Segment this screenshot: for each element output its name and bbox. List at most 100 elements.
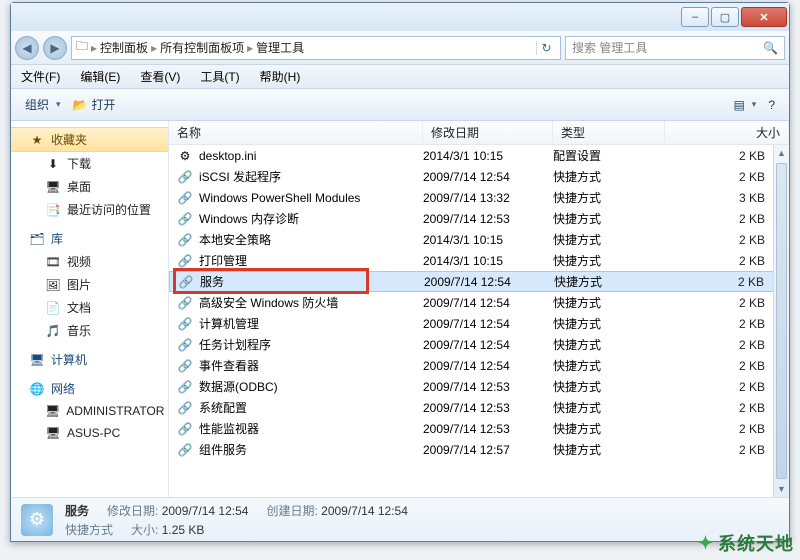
table-row[interactable]: 🔗系统配置2009/7/14 12:53快捷方式2 KB	[169, 397, 789, 418]
minimize-button[interactable]: –	[681, 7, 709, 27]
menubar: 文件(F) 编辑(E) 查看(V) 工具(T) 帮助(H)	[11, 65, 789, 89]
scroll-thumb[interactable]	[776, 163, 787, 479]
table-row[interactable]: 🔗计算机管理2009/7/14 12:54快捷方式2 KB	[169, 313, 789, 334]
table-row[interactable]: 🔗高级安全 Windows 防火墙2009/7/14 12:54快捷方式2 KB	[169, 292, 789, 313]
file-date: 2009/7/14 12:53	[423, 212, 553, 226]
file-type: 快捷方式	[554, 273, 666, 290]
file-date: 2009/7/14 12:54	[423, 359, 553, 373]
table-row[interactable]: 🔗事件查看器2009/7/14 12:54快捷方式2 KB	[169, 355, 789, 376]
toolbar: 组织 📂 打开 ▤ ?	[11, 89, 789, 121]
computer-icon: 🖥	[29, 352, 45, 368]
file-date: 2009/7/14 12:53	[423, 401, 553, 415]
sidebar-item-network[interactable]: 🖥ASUS-PC	[11, 422, 168, 444]
file-date: 2014/3/1 10:15	[423, 233, 553, 247]
file-size: 2 KB	[665, 212, 789, 226]
col-name[interactable]: 名称	[169, 121, 423, 144]
file-icon: ⚙	[177, 148, 193, 164]
navbar: ◀ ▶ 🗀 ▸ 控制面板 ▸ 所有控制面板项 ▸ 管理工具 ↻ 搜索 管理工具 …	[11, 31, 789, 65]
menu-view[interactable]: 查看(V)	[130, 65, 190, 88]
file-size: 2 KB	[665, 233, 789, 247]
sidebar-favorites[interactable]: ★收藏夹	[11, 127, 168, 152]
breadcrumb[interactable]: 管理工具	[256, 39, 304, 56]
maximize-button[interactable]: ▢	[711, 7, 739, 27]
table-row[interactable]: 🔗打印管理2014/3/1 10:15快捷方式2 KB	[169, 250, 789, 271]
back-button[interactable]: ◀	[15, 36, 39, 60]
sidebar-item-library[interactable]: 🎵音乐	[11, 319, 168, 342]
scrollbar[interactable]: ▲ ▼	[773, 145, 789, 497]
folder-icon: 🗀	[76, 37, 88, 58]
refresh-button[interactable]: ↻	[536, 41, 556, 55]
menu-edit[interactable]: 编辑(E)	[70, 65, 130, 88]
col-size[interactable]: 大小	[665, 121, 789, 144]
view-mode-button[interactable]: ▤	[727, 98, 762, 112]
sidebar-item-favorite[interactable]: 🖥桌面	[11, 175, 168, 198]
file-name: 本地安全策略	[199, 231, 271, 248]
file-date: 2014/3/1 10:15	[423, 149, 553, 163]
menu-help[interactable]: 帮助(H)	[250, 65, 311, 88]
file-size: 2 KB	[665, 338, 789, 352]
help-button[interactable]: ?	[762, 98, 781, 112]
address-bar[interactable]: 🗀 ▸ 控制面板 ▸ 所有控制面板项 ▸ 管理工具 ↻	[71, 36, 561, 60]
file-date: 2009/7/14 12:54	[423, 170, 553, 184]
file-icon: 🔗	[177, 232, 193, 248]
item-icon: ⬇	[45, 156, 61, 172]
sidebar-network[interactable]: 🌐网络	[11, 377, 168, 400]
table-row[interactable]: 🔗组件服务2009/7/14 12:57快捷方式2 KB	[169, 439, 789, 460]
file-date: 2009/7/14 12:54	[423, 338, 553, 352]
sidebar-item-favorite[interactable]: 📑最近访问的位置	[11, 198, 168, 221]
breadcrumb[interactable]: 控制面板	[100, 39, 148, 56]
table-row[interactable]: 🔗iSCSI 发起程序2009/7/14 12:54快捷方式2 KB	[169, 166, 789, 187]
table-row[interactable]: 🔗Windows PowerShell Modules2009/7/14 13:…	[169, 187, 789, 208]
item-icon: 🎞	[45, 254, 61, 270]
table-row[interactable]: ⚙desktop.ini2014/3/1 10:15配置设置2 KB	[169, 145, 789, 166]
sidebar-item-library[interactable]: 📄文档	[11, 296, 168, 319]
file-name: 数据源(ODBC)	[199, 378, 278, 395]
menu-tools[interactable]: 工具(T)	[190, 65, 249, 88]
breadcrumb[interactable]: 所有控制面板项	[160, 39, 244, 56]
open-icon: 📂	[73, 98, 88, 112]
table-row[interactable]: 🔗性能监视器2009/7/14 12:53快捷方式2 KB	[169, 418, 789, 439]
file-name: 打印管理	[199, 252, 247, 269]
forward-button[interactable]: ▶	[43, 36, 67, 60]
search-input[interactable]: 搜索 管理工具 🔍	[565, 36, 785, 60]
sidebar-computer[interactable]: 🖥计算机	[11, 348, 168, 371]
sidebar-libraries[interactable]: 🗂库	[11, 227, 168, 250]
table-row[interactable]: 🔗任务计划程序2009/7/14 12:54快捷方式2 KB	[169, 334, 789, 355]
col-date[interactable]: 修改日期	[423, 121, 553, 144]
col-type[interactable]: 类型	[553, 121, 665, 144]
file-icon: 🔗	[177, 295, 193, 311]
file-size: 2 KB	[665, 422, 789, 436]
file-type: 快捷方式	[553, 315, 665, 332]
table-row[interactable]: 🔗服务2009/7/14 12:54快捷方式2 KB	[169, 271, 789, 292]
table-row[interactable]: 🔗 本地安全策略 2014/3/1 10:15快捷方式2 KB	[169, 229, 789, 250]
sidebar-item-favorite[interactable]: ⬇下载	[11, 152, 168, 175]
open-button[interactable]: 📂 打开	[67, 96, 122, 113]
table-row[interactable]: 🔗数据源(ODBC)2009/7/14 12:53快捷方式2 KB	[169, 376, 789, 397]
sidebar-item-library[interactable]: 🎞视频	[11, 250, 168, 273]
file-icon: 🔗	[178, 274, 194, 290]
item-icon: 🖥	[45, 403, 60, 419]
sidebar-item-library[interactable]: 🖼图片	[11, 273, 168, 296]
explorer-window: – ▢ ✕ ◀ ▶ 🗀 ▸ 控制面板 ▸ 所有控制面板项 ▸ 管理工具 ↻ 搜索…	[10, 2, 790, 542]
watermark: 系统天地	[698, 530, 794, 556]
table-row[interactable]: 🔗Windows 内存诊断2009/7/14 12:53快捷方式2 KB	[169, 208, 789, 229]
file-type: 快捷方式	[553, 231, 665, 248]
scroll-up-icon[interactable]: ▲	[774, 145, 789, 161]
file-size: 2 KB	[665, 149, 789, 163]
item-icon: 📄	[45, 300, 61, 316]
file-list-pane: 名称 修改日期 类型 大小 ⚙desktop.ini2014/3/1 10:15…	[169, 121, 789, 497]
file-size: 2 KB	[665, 443, 789, 457]
organize-button[interactable]: 组织	[19, 96, 67, 113]
file-size: 2 KB	[665, 359, 789, 373]
file-name: Windows 内存诊断	[199, 210, 299, 227]
scroll-down-icon[interactable]: ▼	[774, 481, 789, 497]
item-icon: 📑	[45, 202, 61, 218]
column-headers: 名称 修改日期 类型 大小	[169, 121, 789, 145]
sidebar: ★收藏夹 ⬇下载🖥桌面📑最近访问的位置 🗂库 🎞视频🖼图片📄文档🎵音乐 🖥计算机…	[11, 121, 169, 497]
file-date: 2009/7/14 12:54	[423, 317, 553, 331]
sidebar-item-network[interactable]: 🖥ADMINISTRATOR	[11, 400, 168, 422]
file-size: 2 KB	[665, 254, 789, 268]
close-button[interactable]: ✕	[741, 7, 787, 27]
file-type: 快捷方式	[553, 399, 665, 416]
menu-file[interactable]: 文件(F)	[11, 65, 70, 88]
